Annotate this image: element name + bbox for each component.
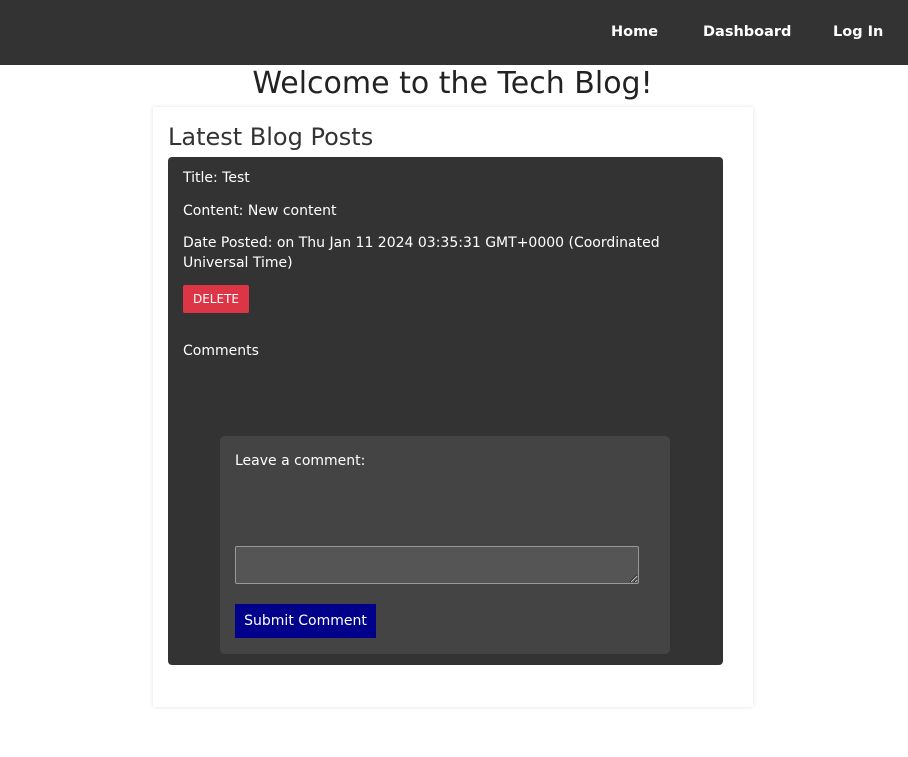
nav-link-home[interactable]: Home — [611, 24, 658, 40]
main-container: Latest Blog Posts Title: Test Content: N… — [153, 107, 753, 707]
comment-form: Leave a comment: Submit Comment — [220, 436, 670, 654]
nav-link-dashboard[interactable]: Dashboard — [703, 24, 791, 40]
post-content: Content: New content — [183, 203, 337, 219]
section-title: Latest Blog Posts — [168, 123, 374, 151]
navbar: Home Dashboard Log In — [0, 0, 908, 65]
comments-heading: Comments — [183, 343, 259, 359]
comment-label: Leave a comment: — [235, 453, 366, 469]
blog-post-card: Title: Test Content: New content Date Po… — [168, 157, 723, 665]
page-title: Welcome to the Tech Blog! — [252, 66, 653, 101]
submit-comment-button[interactable]: Submit Comment — [235, 604, 376, 638]
post-date: Date Posted: on Thu Jan 11 2024 03:35:31… — [183, 235, 660, 271]
nav-link-login[interactable]: Log In — [833, 24, 883, 40]
post-title: Title: Test — [183, 170, 250, 186]
comment-input[interactable] — [235, 546, 639, 584]
delete-post-button[interactable]: DELETE — [183, 285, 249, 313]
